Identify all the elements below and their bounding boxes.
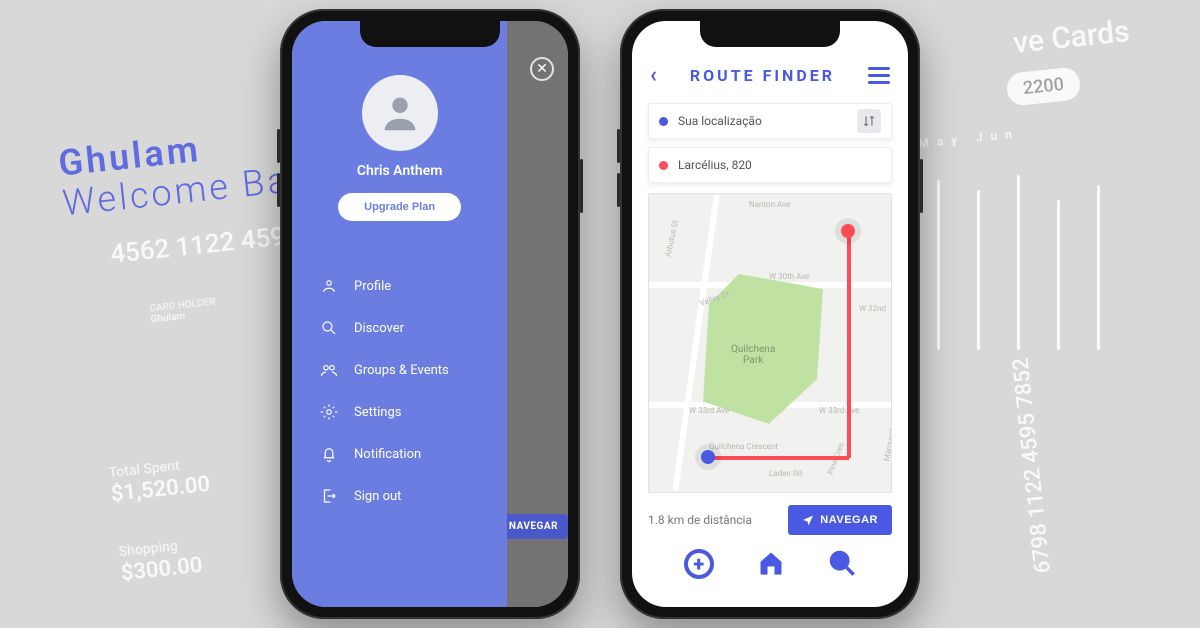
street-label: Arbutus St xyxy=(663,219,680,257)
menu-label: Settings xyxy=(354,405,401,420)
menu-label: Discover xyxy=(354,321,404,336)
bell-icon xyxy=(320,445,338,463)
navigate-button[interactable]: NAVEGAR xyxy=(788,505,892,535)
gear-icon xyxy=(320,403,338,421)
bg-card-number: 4562 1122 4595 xyxy=(109,220,301,270)
menu-label: Profile xyxy=(354,279,391,294)
street-label: W 30th Ave xyxy=(769,272,809,281)
swap-icon[interactable] xyxy=(857,109,881,133)
route-line xyxy=(709,456,849,460)
person-icon xyxy=(377,90,423,136)
tab-bar: + xyxy=(632,543,908,595)
street-label: W 33rd Ave xyxy=(689,406,729,415)
navigate-label: NAVEGAR xyxy=(820,514,878,526)
user-name: Chris Anthem xyxy=(357,163,443,179)
top-bar: ‹ ROUTE FINDER xyxy=(632,47,908,103)
close-icon[interactable]: ✕ xyxy=(530,57,554,81)
bg-shopping: Shopping $300.00 xyxy=(118,536,204,587)
underlay-navigate-button: NAVEGAR xyxy=(499,514,568,539)
park-label: Quilchena Park xyxy=(731,344,775,366)
phone-right: ‹ ROUTE FINDER Sua localização Larcélius… xyxy=(620,9,920,619)
menu-label: Notification xyxy=(354,447,421,462)
navigate-icon xyxy=(802,514,814,526)
menu-list: Profile Discover Groups & Events Setting… xyxy=(292,265,507,517)
menu-label: Groups & Events xyxy=(354,363,449,378)
street-label: Marguerite St xyxy=(882,422,892,463)
map[interactable]: Quilchena Park Nanton Ave Arbutus St W 3… xyxy=(648,193,892,493)
destination-field[interactable]: Larcélius, 820 xyxy=(648,147,892,183)
bg-total-spent: Total Spent $1,520.00 xyxy=(108,455,211,508)
hamburger-icon[interactable] xyxy=(868,63,890,88)
search-icon xyxy=(320,319,338,337)
destination-dot-icon xyxy=(659,161,668,170)
menu-label: Sign out xyxy=(354,489,401,504)
bg-card2: 6798 1122 4595 7852 xyxy=(1008,357,1055,575)
profile-icon xyxy=(320,277,338,295)
street-label: Nanton Ave xyxy=(749,200,790,209)
tab-add-icon[interactable]: + xyxy=(684,549,714,579)
tab-search-icon[interactable] xyxy=(828,549,856,581)
back-icon[interactable]: ‹ xyxy=(650,63,657,88)
distance-text: 1.8 km de distância xyxy=(648,513,752,527)
menu-item-notification[interactable]: Notification xyxy=(316,433,483,475)
menu-item-groups-events[interactable]: Groups & Events xyxy=(316,349,483,391)
phone-left: NAVEGAR ✕ Chris Anthem Upgrade Plan Prof… xyxy=(280,9,580,619)
origin-dot-icon xyxy=(659,117,668,126)
avatar[interactable] xyxy=(362,75,438,151)
drawer-overlay[interactable]: NAVEGAR ✕ Chris Anthem Upgrade Plan Prof… xyxy=(292,21,568,607)
page-title: ROUTE FINDER xyxy=(690,66,835,85)
origin-pin-icon xyxy=(701,450,715,464)
groups-icon xyxy=(320,361,338,379)
menu-item-discover[interactable]: Discover xyxy=(316,307,483,349)
route-line xyxy=(847,230,851,458)
destination-text: Larcélius, 820 xyxy=(678,158,752,172)
street-label: W 32nd xyxy=(859,304,886,313)
menu-item-settings[interactable]: Settings xyxy=(316,391,483,433)
destination-pin-icon xyxy=(841,224,855,238)
menu-item-sign-out[interactable]: Sign out xyxy=(316,475,483,517)
side-panel: Chris Anthem Upgrade Plan Profile Discov… xyxy=(292,21,507,607)
bg-cardholder-label: CARD HOLDER Ghulam xyxy=(149,297,217,326)
origin-field[interactable]: Sua localização xyxy=(648,103,892,139)
origin-text: Sua localização xyxy=(678,114,762,128)
street-label: Laden Rd xyxy=(769,469,802,478)
signout-icon xyxy=(320,487,338,505)
bg-badge: 2200 xyxy=(1006,66,1082,106)
menu-item-profile[interactable]: Profile xyxy=(316,265,483,307)
bg-cards-heading: ve Cards xyxy=(1012,14,1132,61)
tab-home-icon[interactable] xyxy=(757,549,785,581)
street-label: Quilchena Crescent xyxy=(709,442,778,451)
street-label: W 33rd Ave xyxy=(819,406,859,415)
upgrade-plan-button[interactable]: Upgrade Plan xyxy=(338,193,461,221)
